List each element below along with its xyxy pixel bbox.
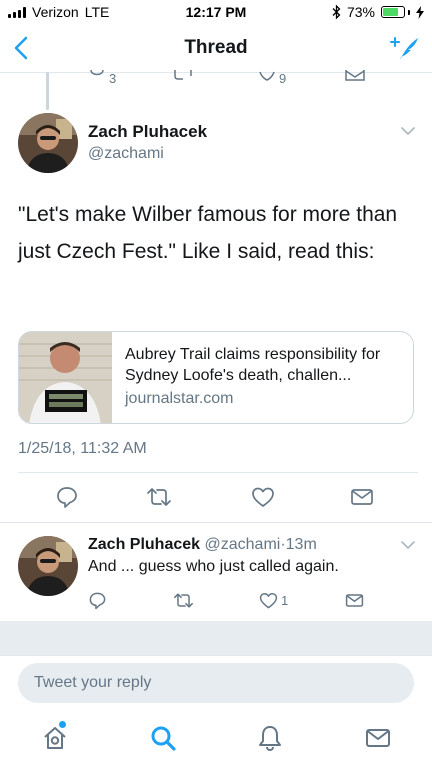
previous-reply-button[interactable]: 3 bbox=[88, 70, 116, 86]
reply-bar-divider bbox=[0, 655, 432, 656]
reply-author-handle[interactable]: @zachami bbox=[205, 536, 281, 553]
retweet-icon bbox=[174, 70, 192, 80]
status-bar: Verizon LTE 12:17 PM 73% bbox=[0, 0, 432, 24]
direct-message-button[interactable] bbox=[350, 485, 374, 509]
link-card-image bbox=[19, 332, 112, 423]
thread-screen: Verizon LTE 12:17 PM 73% Thread 3 9 Zach… bbox=[0, 0, 432, 768]
reply-retweet-button[interactable] bbox=[173, 591, 194, 610]
reply-author-line: Zach Pluhacek @zachami·13m bbox=[88, 536, 317, 554]
author-handle[interactable]: @zachami bbox=[88, 145, 164, 163]
search-icon[interactable] bbox=[149, 724, 177, 752]
reply-icon bbox=[89, 592, 106, 610]
reply-reply-button[interactable] bbox=[88, 591, 107, 610]
reply-like-button[interactable]: 1 bbox=[259, 591, 288, 610]
reply-count: 3 bbox=[109, 70, 117, 86]
envelope-icon bbox=[345, 70, 365, 81]
previous-retweet-button[interactable] bbox=[172, 70, 194, 91]
battery-percent: 73% bbox=[346, 4, 375, 20]
envelope-icon bbox=[351, 489, 373, 505]
reply-dm-button[interactable] bbox=[345, 591, 364, 610]
battery-icon bbox=[381, 6, 410, 18]
reply-icon bbox=[57, 487, 77, 508]
thread-end-band bbox=[0, 621, 432, 655]
timestamp-divider bbox=[18, 472, 418, 473]
reply-tweet-actions: 1 bbox=[0, 591, 432, 611]
link-card[interactable]: Aubrey Trail claims responsibility for S… bbox=[18, 331, 414, 424]
retweet-icon bbox=[147, 488, 171, 506]
reply-tweet-text: And ... guess who just called again. bbox=[88, 558, 339, 575]
new-tweets-indicator bbox=[59, 721, 66, 728]
heart-icon bbox=[259, 71, 275, 81]
reply-input-placeholder: Tweet your reply bbox=[34, 674, 152, 691]
link-card-title: Aubrey Trail claims responsibility for S… bbox=[125, 346, 381, 384]
retweet-button[interactable] bbox=[146, 485, 172, 509]
reply-author-name[interactable]: Zach Pluhacek bbox=[88, 536, 200, 553]
reply-chevron-down-icon[interactable] bbox=[400, 540, 416, 550]
reply-button[interactable] bbox=[55, 485, 79, 509]
notifications-icon[interactable] bbox=[256, 724, 284, 752]
retweet-icon bbox=[174, 593, 193, 608]
reply-icon bbox=[90, 70, 104, 76]
messages-icon[interactable] bbox=[364, 724, 392, 752]
previous-tweet-actions: 3 9 bbox=[0, 70, 432, 90]
reply-time: 13m bbox=[285, 536, 317, 553]
tweet-divider bbox=[0, 522, 432, 523]
like-count: 9 bbox=[279, 70, 287, 86]
home-icon[interactable] bbox=[41, 724, 69, 752]
heart-icon bbox=[252, 487, 274, 507]
heart-icon bbox=[259, 593, 278, 609]
tweet-actions bbox=[0, 485, 432, 511]
tweet-text: "Let's make Wilber famous for more than … bbox=[18, 203, 398, 263]
tab-bar bbox=[0, 708, 432, 768]
charging-icon bbox=[416, 5, 424, 19]
author-avatar[interactable] bbox=[18, 113, 78, 173]
tweet-timestamp: 1/25/18, 11:32 AM bbox=[18, 440, 147, 457]
reply-author-avatar[interactable] bbox=[18, 536, 78, 596]
previous-like-button[interactable]: 9 bbox=[258, 70, 286, 86]
like-button[interactable] bbox=[251, 485, 275, 509]
link-card-domain: journalstar.com bbox=[125, 390, 234, 407]
page-title: Thread bbox=[184, 37, 248, 58]
compose-tweet-icon[interactable] bbox=[388, 34, 420, 62]
reply-like-count: 1 bbox=[281, 593, 289, 608]
bluetooth-icon bbox=[332, 5, 341, 19]
navigation-bar: Thread bbox=[0, 24, 432, 72]
author-name[interactable]: Zach Pluhacek bbox=[88, 122, 207, 142]
reply-input[interactable]: Tweet your reply bbox=[18, 663, 414, 703]
envelope-icon bbox=[345, 594, 364, 607]
previous-dm-button[interactable] bbox=[345, 70, 365, 91]
chevron-down-icon[interactable] bbox=[400, 126, 416, 136]
